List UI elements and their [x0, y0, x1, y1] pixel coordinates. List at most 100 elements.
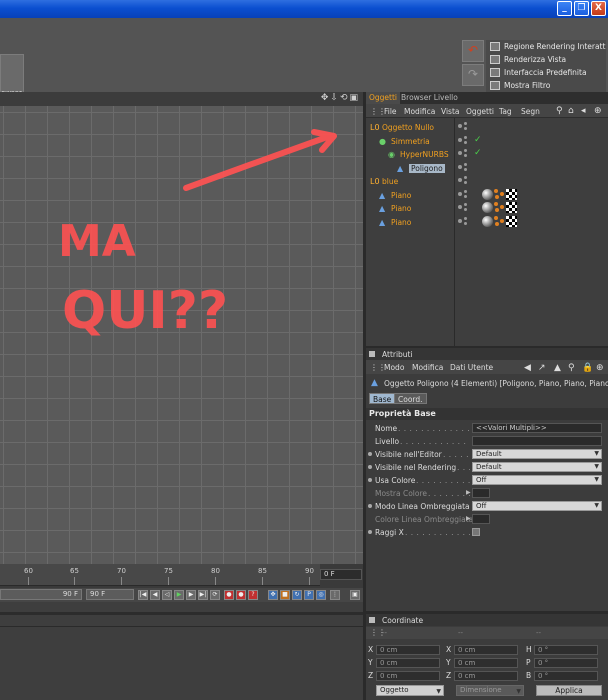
- color-swatch[interactable]: [472, 514, 490, 524]
- animation-dot-icon[interactable]: [368, 478, 372, 482]
- rotation-field[interactable]: 0 °: [534, 645, 598, 655]
- loop-icon[interactable]: ⟳: [210, 590, 220, 600]
- uvw-tag-icon[interactable]: [506, 188, 517, 200]
- back-arrow-icon[interactable]: ◀: [524, 363, 531, 373]
- visibility-dots-icon[interactable]: [458, 122, 470, 132]
- tab-coord[interactable]: Coord.: [394, 393, 427, 404]
- menu-mode[interactable]: Modo: [384, 363, 404, 372]
- coordinate-mode-dropdown[interactable]: Oggetto: [376, 685, 444, 696]
- pla-key-icon[interactable]: ◎: [316, 590, 326, 600]
- animation-dot-icon[interactable]: [368, 530, 372, 534]
- menu-edit[interactable]: Modifica: [404, 107, 435, 116]
- object-row[interactable]: ▲ Piano: [366, 215, 608, 229]
- object-name[interactable]: Oggetto Nullo: [382, 123, 434, 132]
- tab-objects[interactable]: Oggetti: [366, 92, 401, 104]
- go-end-icon[interactable]: ▶|: [198, 590, 208, 600]
- property-text-field[interactable]: <<Valori Multipli>>: [472, 423, 602, 433]
- timeline-menu-icon[interactable]: ▣: [350, 590, 360, 600]
- search-icon[interactable]: ⚲: [568, 363, 575, 373]
- visibility-dots-icon[interactable]: [458, 135, 470, 146]
- next-key-icon[interactable]: ▶: [186, 590, 196, 600]
- visibility-dots-icon[interactable]: [458, 149, 470, 159]
- minimize-button[interactable]: _: [557, 1, 572, 16]
- enabled-check-icon[interactable]: ✓: [474, 148, 482, 158]
- uvw-tag-icon[interactable]: [506, 202, 517, 213]
- texture-tag-icon[interactable]: [494, 202, 505, 213]
- param-key-icon[interactable]: P: [304, 590, 314, 600]
- animation-dot-icon[interactable]: [368, 504, 372, 508]
- object-row[interactable]: ▲ Piano: [366, 188, 608, 202]
- position-field[interactable]: 0 cm: [376, 671, 440, 681]
- render-menu-item[interactable]: Regione Rendering Interattiva: [486, 40, 606, 53]
- prev-key-icon[interactable]: ◀: [150, 590, 160, 600]
- keyframe-help-icon[interactable]: ?: [248, 590, 258, 600]
- object-row[interactable]: ◉ HyperNURBS ✓: [366, 148, 608, 161]
- render-menu-item[interactable]: Mostra Filtro: [486, 79, 606, 92]
- redo-icon[interactable]: ↷: [462, 64, 484, 86]
- object-name[interactable]: Piano: [391, 204, 411, 213]
- object-name[interactable]: Simmetria: [391, 137, 430, 146]
- tab-layer-browser[interactable]: Browser Livello: [398, 92, 461, 104]
- size-field[interactable]: 0 cm: [454, 645, 518, 655]
- animation-dot-icon[interactable]: [368, 452, 372, 456]
- object-row[interactable]: ▲ Piano: [366, 202, 608, 215]
- forward-arrow-icon[interactable]: ↗: [538, 363, 546, 373]
- material-tag-icon[interactable]: [482, 202, 493, 213]
- scale-key-icon[interactable]: ■: [280, 590, 290, 600]
- object-name[interactable]: HyperNURBS: [400, 150, 449, 159]
- rotation-field[interactable]: 0 °: [534, 671, 598, 681]
- undo-icon[interactable]: ↶: [462, 40, 484, 62]
- property-text-field[interactable]: [472, 436, 602, 446]
- position-field[interactable]: 0 cm: [376, 658, 440, 668]
- back-icon[interactable]: ◂: [581, 106, 586, 116]
- menu-view[interactable]: Vista: [441, 107, 460, 116]
- visibility-dots-icon[interactable]: [458, 203, 470, 213]
- object-row[interactable]: L0 Oggetto Nullo: [366, 121, 608, 134]
- render-menu-item[interactable]: Interfaccia Predefinita: [486, 66, 606, 79]
- size-field[interactable]: 0 cm: [454, 658, 518, 668]
- visibility-dots-icon[interactable]: [458, 216, 470, 227]
- material-tag-icon[interactable]: [482, 188, 493, 200]
- menu-user-data[interactable]: Dati Utente: [450, 363, 493, 372]
- menu-bookmarks[interactable]: Segn: [521, 107, 540, 116]
- color-swatch[interactable]: [472, 488, 490, 498]
- restore-button[interactable]: ❐: [574, 1, 589, 16]
- rotate-key-icon[interactable]: ↻: [292, 590, 302, 600]
- uvw-tag-icon[interactable]: [506, 215, 517, 227]
- go-start-icon[interactable]: |◀: [138, 590, 148, 600]
- play-back-icon[interactable]: ◁: [162, 590, 172, 600]
- object-row[interactable]: L0 blue: [366, 175, 608, 188]
- rotation-field[interactable]: 0 °: [534, 658, 598, 668]
- expand-triangle-icon[interactable]: ▶: [466, 515, 471, 522]
- texture-tag-icon[interactable]: [494, 215, 505, 227]
- autokey-icon[interactable]: ●: [236, 590, 246, 600]
- viewport-nav-icons[interactable]: ✥⇩⟲▣: [321, 93, 360, 103]
- tab-base[interactable]: Base: [369, 393, 396, 404]
- render-menu-item[interactable]: Renderizza Vista: [486, 53, 606, 66]
- position-field[interactable]: 0 cm: [376, 645, 440, 655]
- object-row[interactable]: ▲ Poligono: [366, 162, 608, 175]
- object-name[interactable]: Poligono: [409, 163, 445, 173]
- play-icon[interactable]: ▶: [174, 590, 184, 600]
- property-dropdown[interactable]: Default: [472, 462, 602, 472]
- material-tag-icon[interactable]: [482, 215, 493, 227]
- enabled-check-icon[interactable]: ✓: [474, 135, 482, 145]
- object-name[interactable]: Piano: [391, 191, 411, 200]
- property-dropdown[interactable]: Default: [472, 449, 602, 459]
- move-key-icon[interactable]: ✥: [268, 590, 278, 600]
- menu-file[interactable]: File: [384, 107, 397, 116]
- end-frame-field[interactable]: 90 F: [86, 589, 134, 600]
- menu-edit[interactable]: Modifica: [412, 363, 443, 372]
- close-button[interactable]: X: [591, 1, 606, 16]
- visibility-dots-icon[interactable]: [458, 176, 470, 186]
- menu-tag[interactable]: Tag: [499, 107, 512, 116]
- size-field[interactable]: 0 cm: [454, 671, 518, 681]
- visibility-dots-icon[interactable]: [458, 189, 470, 200]
- object-row[interactable]: ● Simmetria ✓: [366, 135, 608, 148]
- property-dropdown[interactable]: Off: [472, 501, 602, 511]
- record-icon[interactable]: ●: [224, 590, 234, 600]
- preview-end-field[interactable]: 90 F: [0, 589, 82, 600]
- object-name[interactable]: Piano: [391, 218, 411, 227]
- home-icon[interactable]: ⌂: [568, 106, 574, 116]
- property-dropdown[interactable]: Off: [472, 475, 602, 485]
